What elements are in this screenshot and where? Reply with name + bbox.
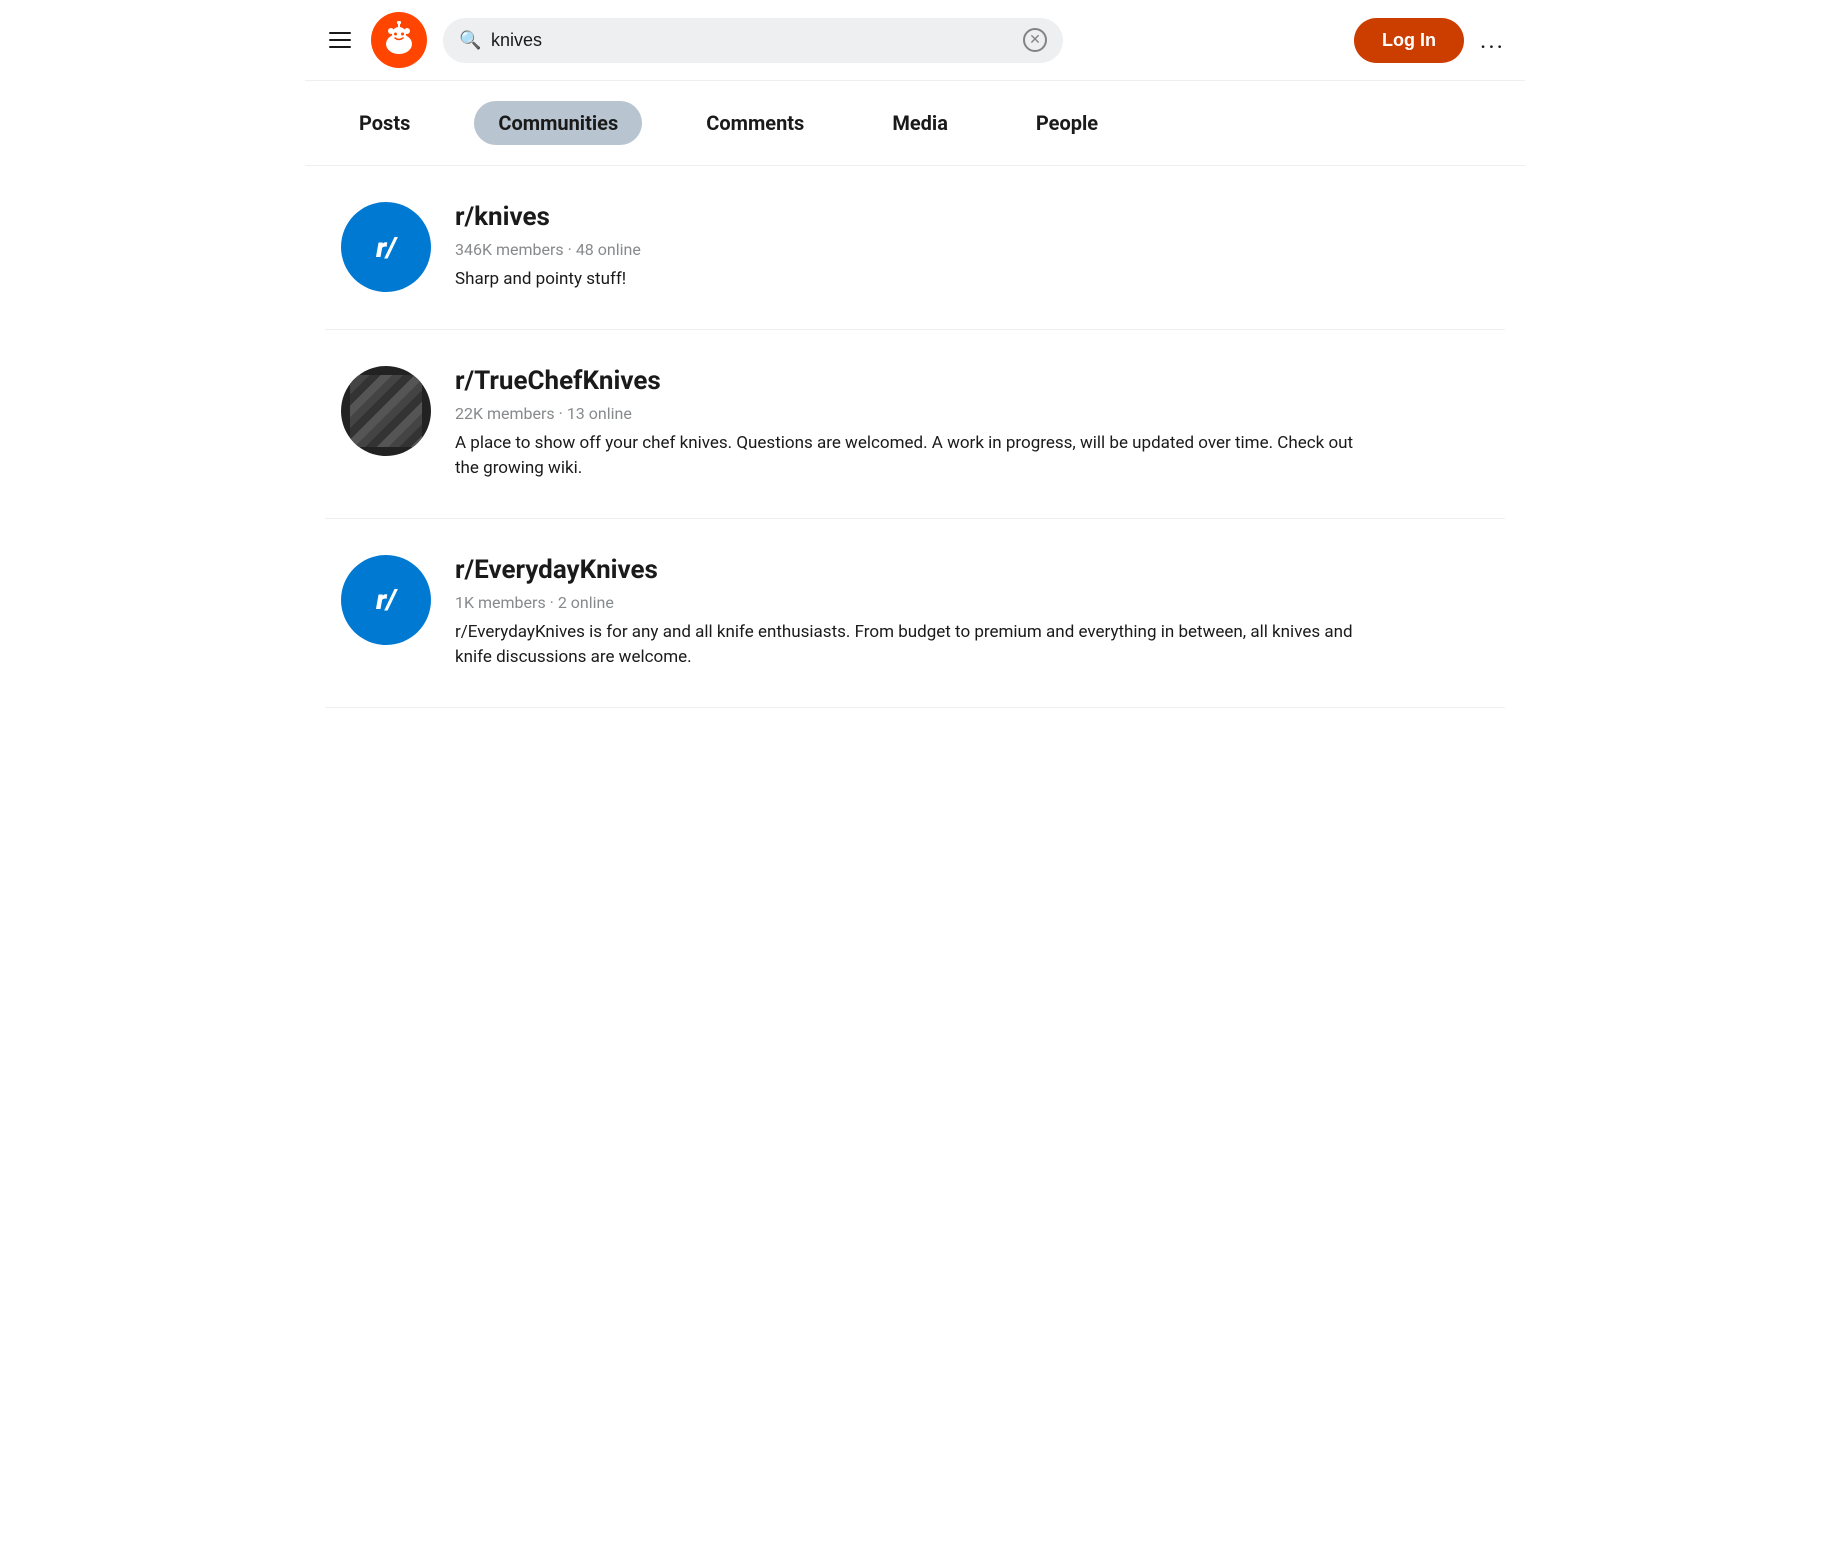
search-input[interactable] — [443, 18, 1063, 63]
avatar-text: r/ — [376, 583, 396, 616]
hamburger-menu-button[interactable] — [325, 28, 355, 52]
community-description: Sharp and pointy stuff! — [455, 267, 1355, 293]
reddit-logo-icon — [371, 12, 427, 68]
online-count: 13 online — [567, 404, 632, 423]
community-info-knives: r/knives 346K members · 48 online Sharp … — [455, 202, 1489, 293]
community-item-everydayknives[interactable]: r/ r/EverydayKnives 1K members · 2 onlin… — [325, 519, 1505, 708]
member-count: 22K members — [455, 404, 555, 423]
header: 🔍 ✕ Log In ... — [305, 0, 1525, 81]
tab-comments[interactable]: Comments — [682, 101, 828, 145]
community-description: r/EverydayKnives is for any and all knif… — [455, 620, 1355, 671]
tab-media[interactable]: Media — [868, 101, 972, 145]
community-description: A place to show off your chef knives. Qu… — [455, 431, 1355, 482]
community-name: r/EverydayKnives — [455, 555, 1489, 585]
member-count: 346K members — [455, 240, 564, 259]
tab-posts[interactable]: Posts — [335, 101, 434, 145]
chef-knives-avatar-art — [350, 375, 422, 447]
more-options-button[interactable]: ... — [1480, 26, 1505, 54]
community-name: r/knives — [455, 202, 1489, 232]
community-info-truechefknives: r/TrueChefKnives 22K members · 13 online… — [455, 366, 1489, 482]
community-info-everydayknives: r/EverydayKnives 1K members · 2 online r… — [455, 555, 1489, 671]
meta-separator: · — [559, 404, 567, 423]
community-meta: 1K members · 2 online — [455, 593, 1489, 612]
member-count: 1K members — [455, 593, 546, 612]
community-avatar-everydayknives: r/ — [341, 555, 431, 645]
avatar-text: r/ — [376, 231, 396, 264]
meta-separator: · — [568, 240, 576, 259]
community-meta: 22K members · 13 online — [455, 404, 1489, 423]
header-right: Log In ... — [1354, 18, 1505, 63]
search-bar: 🔍 ✕ — [443, 18, 1063, 63]
meta-separator: · — [550, 593, 558, 612]
community-meta: 346K members · 48 online — [455, 240, 1489, 259]
tab-communities[interactable]: Communities — [474, 101, 642, 145]
community-avatar-knives: r/ — [341, 202, 431, 292]
community-list: r/ r/knives 346K members · 48 online Sha… — [305, 166, 1525, 708]
community-name: r/TrueChefKnives — [455, 366, 1489, 396]
tab-people[interactable]: People — [1012, 101, 1122, 145]
community-avatar-truechefknives — [341, 366, 431, 456]
online-count: 48 online — [576, 240, 641, 259]
clear-search-button[interactable]: ✕ — [1023, 28, 1047, 52]
community-item-knives[interactable]: r/ r/knives 346K members · 48 online Sha… — [325, 166, 1505, 330]
community-item-truechefknives[interactable]: r/TrueChefKnives 22K members · 13 online… — [325, 330, 1505, 519]
online-count: 2 online — [558, 593, 614, 612]
reddit-logo[interactable] — [371, 12, 427, 68]
login-button[interactable]: Log In — [1354, 18, 1464, 63]
search-tabs: Posts Communities Comments Media People — [305, 81, 1525, 166]
search-icon: 🔍 — [459, 30, 481, 51]
